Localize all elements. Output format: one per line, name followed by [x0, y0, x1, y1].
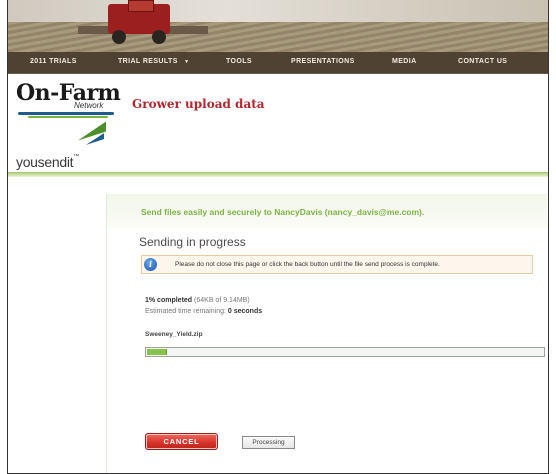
logo-main-text: On-Farm	[16, 80, 121, 106]
progress-detail: (64KB of 9.14MB)	[194, 297, 250, 304]
logo-swoosh-green	[28, 116, 108, 118]
nav-item-2011-trials[interactable]: 2011 TRIALS	[30, 58, 77, 65]
nav-item-presentations[interactable]: PRESENTATIONS	[291, 58, 355, 65]
file-name: Sweeney_Yield.zip	[145, 331, 203, 338]
main-navigation: 2011 TRIALS TRIAL RESULTS ▼ TOOLS PRESEN…	[8, 52, 548, 74]
green-divider	[8, 172, 548, 177]
combine-cab	[128, 0, 154, 12]
hero-sky	[8, 0, 548, 22]
upload-panel: Send files easily and securely to NancyD…	[106, 194, 547, 473]
browser-frame: 2011 TRIALS TRIAL RESULTS ▼ TOOLS PRESEN…	[7, 0, 549, 474]
processing-button[interactable]: Processing	[242, 436, 295, 449]
status-heading: Sending in progress	[139, 235, 246, 249]
trademark-mark: ™	[73, 154, 79, 160]
nav-item-media[interactable]: MEDIA	[392, 58, 417, 65]
page-title: Grower upload data	[132, 97, 265, 111]
nav-item-tools[interactable]: TOOLS	[226, 58, 252, 65]
time-remaining: Estimated time remaining: 0 seconds	[145, 308, 262, 315]
combine-wheel	[112, 30, 126, 44]
yousendit-logo: yousendit™	[16, 154, 79, 170]
cancel-button[interactable]: CANCEL	[145, 433, 218, 450]
info-icon: i	[144, 258, 157, 271]
chevron-down-icon: ▼	[184, 59, 190, 65]
hero-banner-image	[8, 0, 548, 52]
progress-percent-label: 1% completed	[145, 297, 193, 304]
send-message: Send files easily and securely to NancyD…	[141, 207, 425, 217]
eta-label: Estimated time remaining:	[145, 308, 226, 315]
progress-percent: 1% completed (64KB of 9.14MB)	[145, 297, 250, 304]
nav-item-contact-us[interactable]: CONTACT US	[458, 58, 507, 65]
logo-sub-text: Network	[74, 101, 104, 110]
yousendit-logo-text: yousendit	[16, 154, 74, 170]
nav-item-label: TRIAL RESULTS	[118, 58, 178, 65]
upload-progress-fill	[147, 349, 167, 355]
logo-swoosh-blue	[18, 112, 114, 115]
notice-text: Please do not close this page or click t…	[175, 261, 440, 268]
eta-value: 0 seconds	[227, 308, 263, 315]
upload-progress-bar	[145, 347, 545, 357]
combine-wheel	[152, 30, 166, 44]
nav-item-trial-results[interactable]: TRIAL RESULTS ▼	[118, 58, 190, 65]
